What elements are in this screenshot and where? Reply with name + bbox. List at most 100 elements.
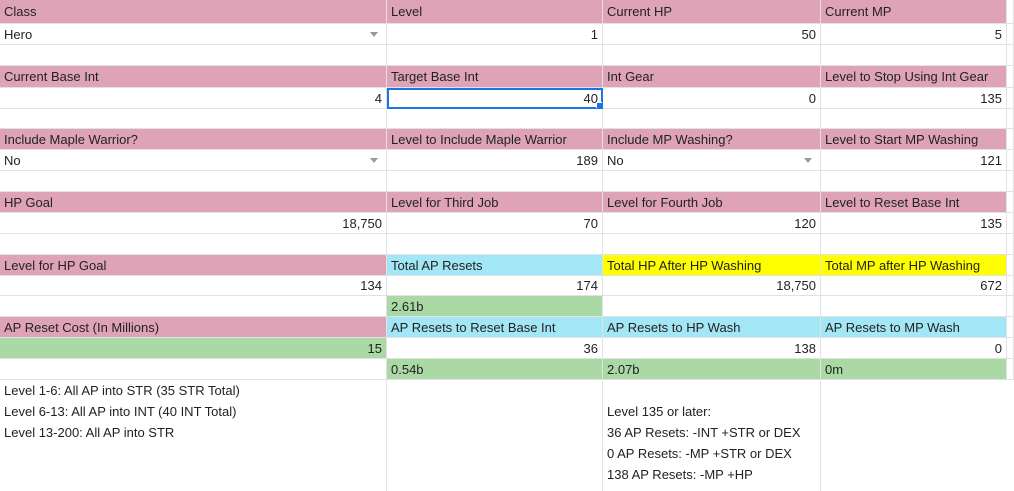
header-current-mp[interactable]: Current MP: [821, 0, 1007, 24]
header-ap-resets-base-int[interactable]: AP Resets to Reset Base Int: [387, 317, 603, 338]
target-base-int-input[interactable]: 40: [387, 88, 603, 109]
empty-cell[interactable]: [1007, 359, 1014, 380]
header-current-hp[interactable]: Current HP: [603, 0, 821, 24]
note-line[interactable]: Level 6-13: All AP into INT (40 INT Tota…: [4, 401, 382, 422]
header-ap-resets-hp-wash[interactable]: AP Resets to HP Wash: [603, 317, 821, 338]
empty-cell[interactable]: [603, 109, 821, 129]
chevron-down-icon[interactable]: [804, 158, 812, 163]
level-hp-goal-value[interactable]: 134: [0, 276, 387, 296]
ap-resets-hp-wash-value[interactable]: 138: [603, 338, 821, 359]
empty-cell[interactable]: [1007, 234, 1014, 255]
empty-cell[interactable]: [0, 296, 387, 317]
header-total-mp-after-washing[interactable]: Total MP after HP Washing: [821, 255, 1007, 276]
empty-cell[interactable]: [821, 296, 1007, 317]
header-level-third-job[interactable]: Level for Third Job: [387, 192, 603, 213]
empty-cell[interactable]: [1007, 150, 1014, 171]
empty-cell[interactable]: [1007, 255, 1014, 276]
ap-resets-base-int-value[interactable]: 36: [387, 338, 603, 359]
empty-cell[interactable]: [1007, 129, 1014, 150]
hp-goal-input[interactable]: 18,750: [0, 213, 387, 234]
empty-cell[interactable]: [387, 234, 603, 255]
ap-resets-mp-wash-value[interactable]: 0: [821, 338, 1007, 359]
header-total-hp-after-washing[interactable]: Total HP After HP Washing: [603, 255, 821, 276]
maple-warrior-select[interactable]: No: [0, 150, 387, 171]
empty-cell[interactable]: [603, 171, 821, 192]
level-fourth-job-input[interactable]: 120: [603, 213, 821, 234]
level-maple-warrior-input[interactable]: 189: [387, 150, 603, 171]
empty-cell[interactable]: [821, 234, 1007, 255]
empty-cell[interactable]: [1007, 0, 1014, 24]
level-third-job-input[interactable]: 70: [387, 213, 603, 234]
int-gear-input[interactable]: 0: [603, 88, 821, 109]
note-line[interactable]: 36 AP Resets: -INT +STR or DEX: [607, 422, 816, 443]
current-mp-input[interactable]: 5: [821, 24, 1007, 45]
note-line[interactable]: Level 135 or later:: [607, 401, 816, 422]
level-start-mp-washing-input[interactable]: 121: [821, 150, 1007, 171]
ap-reset-cost-input[interactable]: 15: [0, 338, 387, 359]
note-line[interactable]: Level 13-200: All AP into STR: [4, 422, 382, 443]
empty-cell[interactable]: [1007, 296, 1014, 317]
empty-cell[interactable]: [387, 45, 603, 66]
header-level-reset-base-int[interactable]: Level to Reset Base Int: [821, 192, 1007, 213]
header-level-stop-int-gear[interactable]: Level to Stop Using Int Gear: [821, 66, 1007, 88]
empty-cell[interactable]: [0, 359, 387, 380]
empty-cell[interactable]: [1007, 66, 1014, 88]
empty-cell[interactable]: [603, 45, 821, 66]
level-input[interactable]: 1: [387, 24, 603, 45]
header-ap-resets-mp-wash[interactable]: AP Resets to MP Wash: [821, 317, 1007, 338]
current-hp-input[interactable]: 50: [603, 24, 821, 45]
header-level-fourth-job[interactable]: Level for Fourth Job: [603, 192, 821, 213]
level-reset-base-int-input[interactable]: 135: [821, 213, 1007, 234]
empty-cell[interactable]: [0, 234, 387, 255]
note-line[interactable]: 0 AP Resets: -MP +STR or DEX: [607, 443, 816, 464]
empty-cell[interactable]: [821, 171, 1007, 192]
note-line[interactable]: Level 1-6: All AP into STR (35 STR Total…: [4, 380, 382, 401]
header-target-base-int[interactable]: Target Base Int: [387, 66, 603, 88]
total-ap-resets-value[interactable]: 174: [387, 276, 603, 296]
header-hp-goal[interactable]: HP Goal: [0, 192, 387, 213]
level-stop-int-gear-input[interactable]: 135: [821, 88, 1007, 109]
header-level[interactable]: Level: [387, 0, 603, 24]
empty-cell[interactable]: [1007, 171, 1014, 192]
base-int-reset-cost[interactable]: 0.54b: [387, 359, 603, 380]
header-ap-reset-cost[interactable]: AP Reset Cost (In Millions): [0, 317, 387, 338]
note-line[interactable]: 138 AP Resets: -MP +HP: [607, 464, 816, 485]
empty-cell[interactable]: [1007, 338, 1014, 359]
empty-cell[interactable]: [1007, 45, 1014, 66]
mp-wash-reset-cost[interactable]: 0m: [821, 359, 1007, 380]
total-reset-cost[interactable]: 2.61b: [387, 296, 603, 317]
empty-cell[interactable]: [0, 171, 387, 192]
empty-cell[interactable]: [0, 109, 387, 129]
empty-cell[interactable]: [387, 109, 603, 129]
empty-cell[interactable]: [1007, 24, 1014, 45]
header-include-maple-warrior[interactable]: Include Maple Warrior?: [0, 129, 387, 150]
empty-cell[interactable]: [1007, 213, 1014, 234]
empty-cell[interactable]: [1007, 88, 1014, 109]
total-hp-after-washing-value[interactable]: 18,750: [603, 276, 821, 296]
fill-handle[interactable]: [596, 102, 602, 108]
class-select[interactable]: Hero: [0, 24, 387, 45]
empty-cell[interactable]: [603, 296, 821, 317]
header-include-mp-washing[interactable]: Include MP Washing?: [603, 129, 821, 150]
empty-cell[interactable]: [387, 171, 603, 192]
empty-cell[interactable]: [821, 45, 1007, 66]
empty-cell[interactable]: [603, 234, 821, 255]
empty-cell[interactable]: [0, 45, 387, 66]
empty-cell[interactable]: [1007, 109, 1014, 129]
mp-washing-select[interactable]: No: [603, 150, 821, 171]
header-total-ap-resets[interactable]: Total AP Resets: [387, 255, 603, 276]
empty-cell[interactable]: [1007, 317, 1014, 338]
header-current-base-int[interactable]: Current Base Int: [0, 66, 387, 88]
header-level-start-mp-washing[interactable]: Level to Start MP Washing: [821, 129, 1007, 150]
header-int-gear[interactable]: Int Gear: [603, 66, 821, 88]
chevron-down-icon[interactable]: [370, 32, 378, 37]
empty-cell[interactable]: [1007, 276, 1014, 296]
header-level-maple-warrior[interactable]: Level to Include Maple Warrior: [387, 129, 603, 150]
empty-cell[interactable]: [821, 109, 1007, 129]
header-class[interactable]: Class: [0, 0, 387, 24]
total-mp-after-washing-value[interactable]: 672: [821, 276, 1007, 296]
hp-wash-reset-cost[interactable]: 2.07b: [603, 359, 821, 380]
chevron-down-icon[interactable]: [370, 158, 378, 163]
empty-cell[interactable]: [1007, 192, 1014, 213]
current-base-int-input[interactable]: 4: [0, 88, 387, 109]
